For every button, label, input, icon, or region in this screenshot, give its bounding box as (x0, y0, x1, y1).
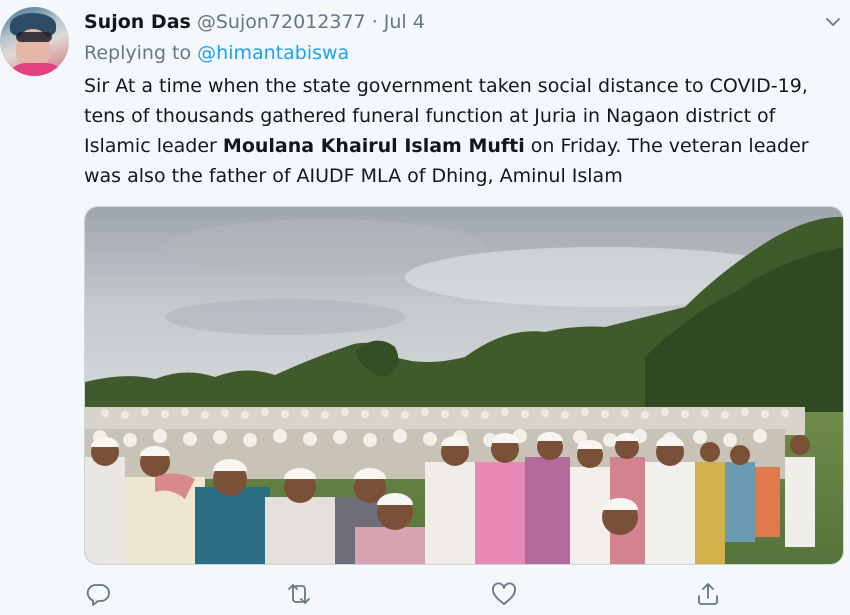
tweet-photo[interactable] (84, 206, 844, 565)
replying-to: Replying to @himantabiswa (84, 40, 349, 66)
tweet[interactable]: Sujon Das @Sujon72012377 · Jul 4 Replyin… (0, 0, 850, 615)
tweet-text: Sir At a time when the state government … (84, 71, 844, 191)
share-icon[interactable] (694, 580, 722, 608)
crowd-photo (85, 207, 843, 564)
tweet-text-bold: Moulana Khairul Islam Mufti (222, 135, 525, 157)
separator-dot: · (371, 11, 378, 33)
user-handle[interactable]: @Sujon72012377 (197, 11, 366, 33)
tweet-date[interactable]: Jul 4 (384, 11, 425, 33)
display-name[interactable]: Sujon Das (84, 11, 191, 33)
reply-icon[interactable] (84, 580, 112, 608)
tweet-actions (84, 580, 844, 610)
avatar-shirt (6, 63, 66, 76)
tweet-header: Sujon Das @Sujon72012377 · Jul 4 (84, 9, 425, 35)
retweet-icon[interactable] (285, 580, 313, 608)
avatar[interactable] (0, 7, 69, 76)
mention-link[interactable]: @himantabiswa (197, 42, 349, 64)
replying-prefix: Replying to (84, 42, 192, 64)
chevron-down-icon[interactable] (823, 12, 843, 32)
avatar-sunglasses (16, 32, 52, 42)
like-icon[interactable] (490, 580, 518, 608)
